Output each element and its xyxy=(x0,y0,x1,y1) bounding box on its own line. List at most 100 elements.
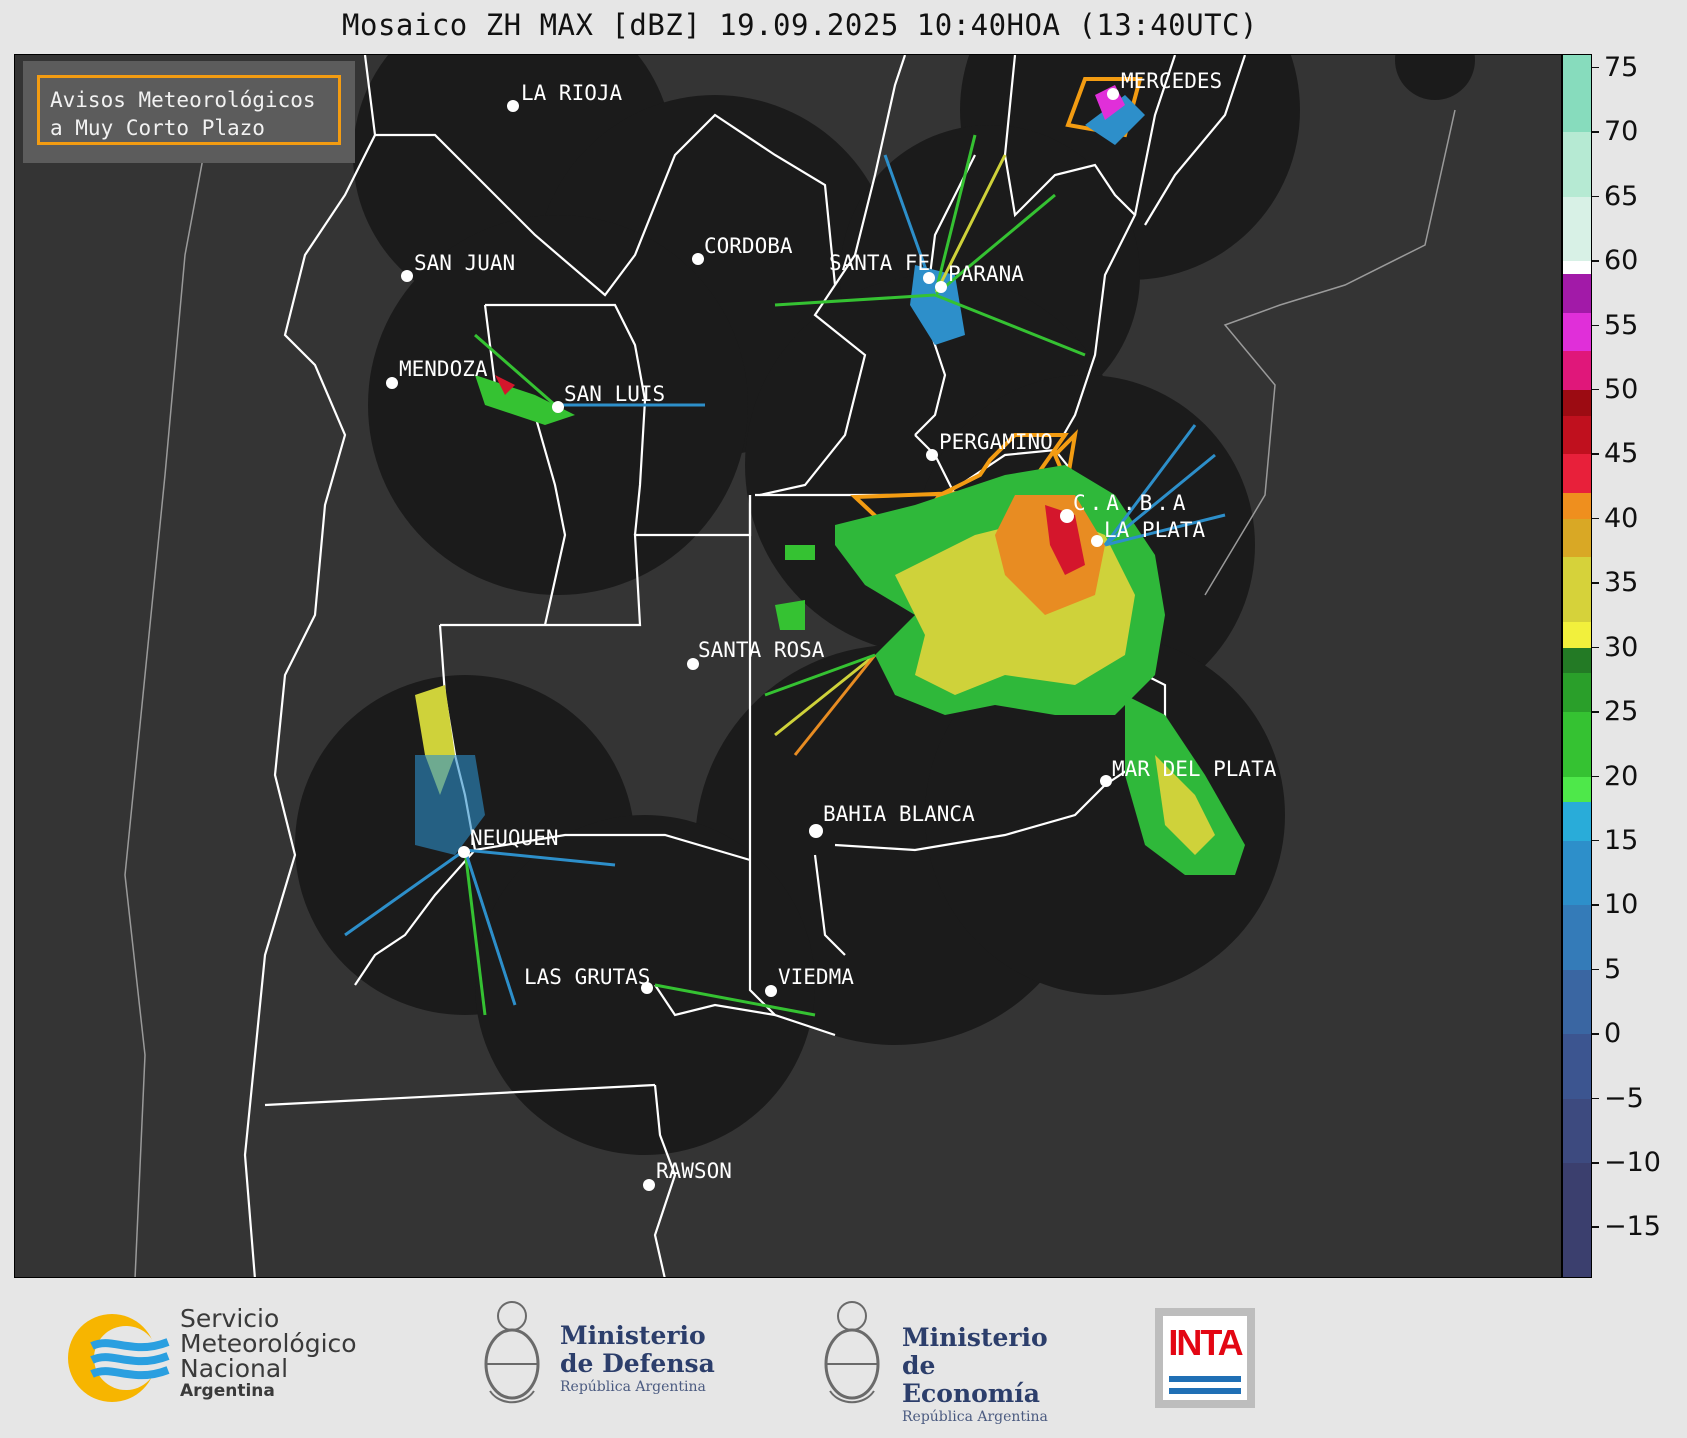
city-marker-mercedes xyxy=(1107,88,1119,100)
colorbar-tick-label: 55 xyxy=(1604,309,1639,341)
colorbar-band xyxy=(1563,261,1591,275)
city-label-mendoza: MENDOZA xyxy=(399,357,488,381)
city-label-san-luis: SAN LUIS xyxy=(564,382,666,406)
colorbar-tick-label: −10 xyxy=(1604,1147,1661,1179)
smn-emblem-icon xyxy=(68,1314,170,1402)
warning-legend-line2: a Muy Corto Plazo xyxy=(50,116,265,140)
city-marker-san-juan xyxy=(401,270,413,282)
city-label-parana: PARANA xyxy=(948,262,1024,286)
city-marker-san-luis xyxy=(552,401,564,413)
colorbar-tick-mark xyxy=(1592,453,1599,455)
colorbar-tick-mark xyxy=(1592,711,1599,713)
colorbar-band xyxy=(1563,557,1591,622)
warning-legend: Avisos Meteorológicos a Muy Corto Plazo xyxy=(23,61,355,163)
city-marker-parana xyxy=(935,281,947,293)
colorbar-tick-mark xyxy=(1592,1226,1599,1228)
city-label-rawson: RAWSON xyxy=(656,1159,732,1183)
economia-logo: Ministerio de Economía República Argenti… xyxy=(820,1296,1080,1425)
economia-line2: de Economía xyxy=(902,1351,1040,1408)
colorbar-band xyxy=(1563,518,1591,558)
colorbar-tick-label: 65 xyxy=(1604,180,1639,212)
city-marker-mendoza xyxy=(386,377,398,389)
colorbar-tick-label: 50 xyxy=(1604,373,1639,405)
city-label-neuquen: NEUQUEN xyxy=(470,826,559,850)
defensa-line2: de Defensa xyxy=(560,1349,715,1378)
colorbar-tick-label: 20 xyxy=(1604,760,1639,792)
map-title: Mosaico ZH MAX [dBZ] 19.09.2025 10:40HOA… xyxy=(342,8,1258,42)
city-marker-la-plata xyxy=(1091,535,1103,547)
warning-legend-line1: Avisos Meteorológicos xyxy=(50,88,316,112)
colorbar-band xyxy=(1563,840,1591,906)
footer-logos: Servicio Meteorológico Nacional Argentin… xyxy=(0,1278,1687,1438)
colorbar-band xyxy=(1563,493,1591,519)
colorbar-band xyxy=(1563,673,1591,713)
colorbar-band xyxy=(1563,802,1591,841)
colorbar-tick-label: 5 xyxy=(1604,953,1622,985)
colorbar-tick-mark xyxy=(1592,66,1599,69)
warning-legend-frame: Avisos Meteorológicos a Muy Corto Plazo xyxy=(37,75,341,145)
city-marker-rawson xyxy=(643,1179,655,1191)
colorbar-tick-label: 40 xyxy=(1604,502,1639,534)
economia-line1: Ministerio xyxy=(902,1323,1048,1352)
colorbar-band xyxy=(1563,132,1591,197)
colorbar-tick-mark xyxy=(1592,775,1599,778)
colorbar-tick-mark xyxy=(1592,904,1599,906)
inta-label: INTA xyxy=(1168,1322,1243,1363)
colorbar-tick-label: 25 xyxy=(1604,696,1639,728)
city-label-la-plata: LA PLATA xyxy=(1104,518,1206,542)
inta-logo: INTA xyxy=(1155,1308,1255,1408)
colorbar-band xyxy=(1563,415,1591,455)
city-label-las-grutas: LAS GRUTAS xyxy=(524,965,651,989)
defensa-logo: Ministerio de Defensa República Argentin… xyxy=(480,1296,720,1416)
city-label-santa-fe: SANTA FE xyxy=(829,251,931,275)
colorbar-tick-label: 35 xyxy=(1604,567,1639,599)
radar-coverage xyxy=(295,55,1475,1155)
colorbar-tick-mark xyxy=(1592,517,1599,520)
colorbar-tick-label: 0 xyxy=(1604,1018,1622,1050)
city-label-mar-del-plata: MAR DEL PLATA xyxy=(1112,757,1277,781)
city-label-la-rioja: LA RIOJA xyxy=(521,81,623,105)
city-label-santa-rosa: SANTA ROSA xyxy=(698,638,825,662)
city-marker-pergamino xyxy=(926,449,938,461)
colorbar-tick-label: 70 xyxy=(1604,116,1639,148)
colorbar-tick-mark xyxy=(1592,260,1599,262)
radar-map[interactable]: Avisos Meteorológicos a Muy Corto Plazo … xyxy=(14,54,1562,1278)
smn-line1: Servicio xyxy=(180,1304,280,1333)
smn-line4: Argentina xyxy=(180,1381,275,1401)
colorbar-band xyxy=(1563,55,1591,133)
colorbar-band xyxy=(1563,905,1591,970)
city-marker-neuquen xyxy=(458,846,470,858)
colorbar-band xyxy=(1563,1034,1591,1099)
city-label-viedma: VIEDMA xyxy=(778,965,854,989)
coat-of-arms-icon xyxy=(484,1301,540,1404)
colorbar-band xyxy=(1563,312,1591,352)
defensa-line3: República Argentina xyxy=(560,1379,706,1395)
city-marker-caba xyxy=(1060,509,1074,523)
colorbar-band xyxy=(1563,647,1591,674)
colorbar-band xyxy=(1563,454,1591,494)
colorbar-band xyxy=(1563,621,1591,648)
colorbar-tick-mark xyxy=(1592,582,1599,584)
colorbar-tick-label: −5 xyxy=(1604,1082,1644,1114)
city-marker-bahia-blanca xyxy=(809,824,823,838)
city-label-bahia-blanca: BAHIA BLANCA xyxy=(823,802,975,826)
colorbar-tick-label: 75 xyxy=(1604,51,1639,83)
colorbar-tick-label: 60 xyxy=(1604,245,1639,277)
smn-logo: Servicio Meteorológico Nacional Argentin… xyxy=(64,1306,484,1406)
city-marker-la-rioja xyxy=(507,100,519,112)
colorbar-tick-label: −15 xyxy=(1604,1211,1661,1243)
colorbar-tick-mark xyxy=(1592,1097,1599,1100)
colorbar-tick-label: 15 xyxy=(1604,824,1639,856)
colorbar-tick-label: 10 xyxy=(1604,889,1639,921)
city-label-pergamino: PERGAMINO xyxy=(939,430,1053,454)
city-label-caba: C.A.B.A xyxy=(1073,491,1190,515)
colorbar-band xyxy=(1563,389,1591,416)
colorbar-band xyxy=(1563,1163,1591,1277)
colorbar-tick-mark xyxy=(1592,324,1599,327)
economia-line3: República Argentina xyxy=(902,1409,1048,1425)
colorbar-band xyxy=(1563,712,1591,777)
city-label-san-juan: SAN JUAN xyxy=(414,251,516,275)
city-marker-mar-del-plata xyxy=(1100,775,1112,787)
colorbar-band xyxy=(1563,969,1591,1035)
colorbar-tick-mark xyxy=(1592,195,1599,198)
